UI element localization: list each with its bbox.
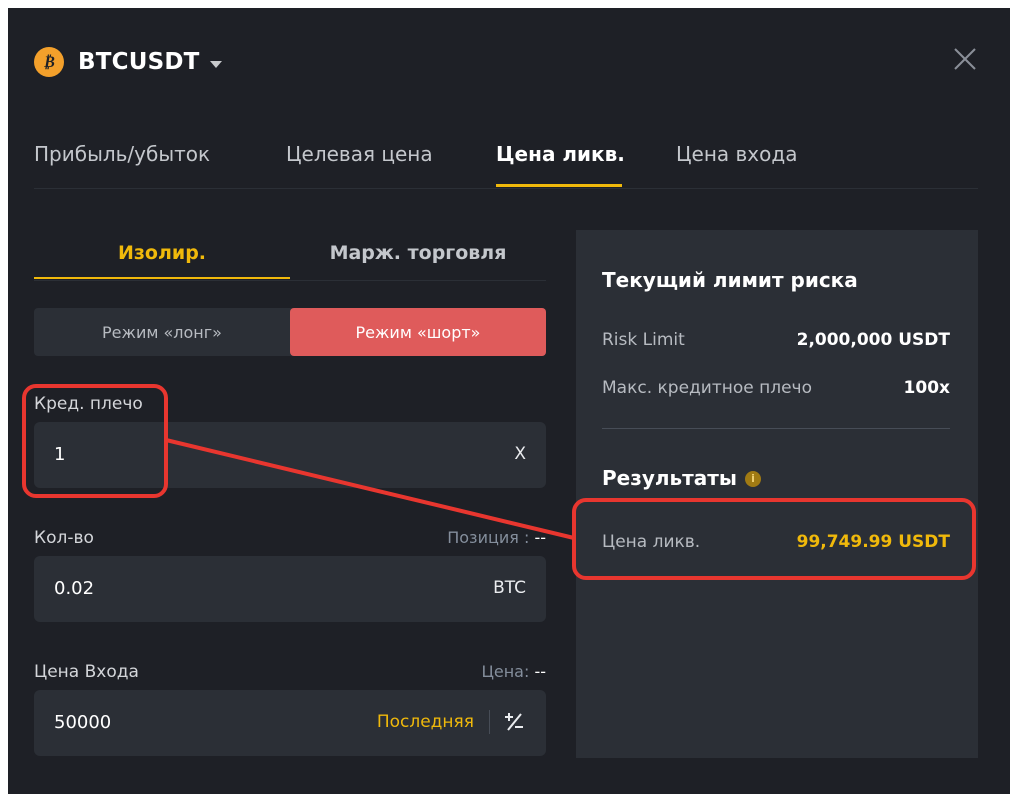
close-icon[interactable] bbox=[952, 46, 978, 72]
risk-limit-label: Risk Limit bbox=[602, 330, 685, 350]
position-mode-toggle: Режим «лонг» Режим «шорт» bbox=[34, 308, 546, 356]
price-info: Цена: -- bbox=[481, 662, 546, 681]
input-separator bbox=[489, 710, 490, 734]
active-tab-indicator bbox=[496, 184, 622, 187]
symbol-label: BTCUSDT bbox=[78, 49, 200, 75]
quantity-value: 0.02 bbox=[54, 578, 95, 599]
liquidation-highlight bbox=[572, 498, 976, 580]
caret-down-icon bbox=[209, 60, 222, 68]
tab-entry-price[interactable]: Цена входа bbox=[676, 142, 797, 166]
quantity-input[interactable]: 0.02 BTC bbox=[34, 556, 546, 622]
long-mode-button[interactable]: Режим «лонг» bbox=[34, 308, 290, 356]
bitcoin-icon: ₿ bbox=[34, 47, 64, 77]
entry-price-input[interactable]: 50000 Последняя bbox=[34, 690, 546, 756]
quantity-label: Кол-во bbox=[34, 528, 94, 548]
margin-mode-tabs: Изолир. Марж. торговля bbox=[34, 238, 546, 281]
tab-pnl[interactable]: Прибыль/убыток bbox=[34, 142, 210, 166]
results-title: Результаты i bbox=[602, 466, 761, 490]
leverage-unit: X bbox=[514, 444, 526, 464]
panel-divider bbox=[602, 428, 950, 429]
short-mode-button[interactable]: Режим «шорт» bbox=[290, 308, 546, 356]
tab-isolated[interactable]: Изолир. bbox=[34, 242, 290, 264]
last-price-button[interactable]: Последняя bbox=[377, 712, 474, 732]
quantity-unit: BTC bbox=[493, 578, 526, 598]
position-info: Позиция : -- bbox=[447, 528, 546, 547]
tab-target-price[interactable]: Целевая цена bbox=[286, 142, 433, 166]
tab-liquidation-price[interactable]: Цена ликв. bbox=[496, 142, 625, 166]
tab-cross-margin[interactable]: Марж. торговля bbox=[290, 242, 546, 264]
results-panel: Текущий лимит риска Risk Limit 2,000,000… bbox=[576, 230, 978, 758]
plus-minus-icon[interactable] bbox=[502, 710, 526, 734]
max-leverage-label: Макс. кредитное плечо bbox=[602, 378, 812, 398]
entry-price-value: 50000 bbox=[54, 712, 112, 733]
leverage-highlight bbox=[22, 384, 168, 498]
symbol-selector[interactable]: ₿ BTCUSDT bbox=[34, 42, 222, 82]
risk-limit-value: 2,000,000 USDT bbox=[796, 330, 950, 350]
margin-tab-indicator bbox=[34, 277, 290, 279]
calculator-tabs: Прибыль/убыток Целевая цена Цена ликв. Ц… bbox=[34, 132, 978, 189]
max-leverage-value: 100x bbox=[903, 378, 950, 398]
risk-limit-title: Текущий лимит риска bbox=[602, 268, 858, 292]
entry-price-label: Цена Входа bbox=[34, 662, 139, 682]
info-icon[interactable]: i bbox=[744, 471, 761, 487]
